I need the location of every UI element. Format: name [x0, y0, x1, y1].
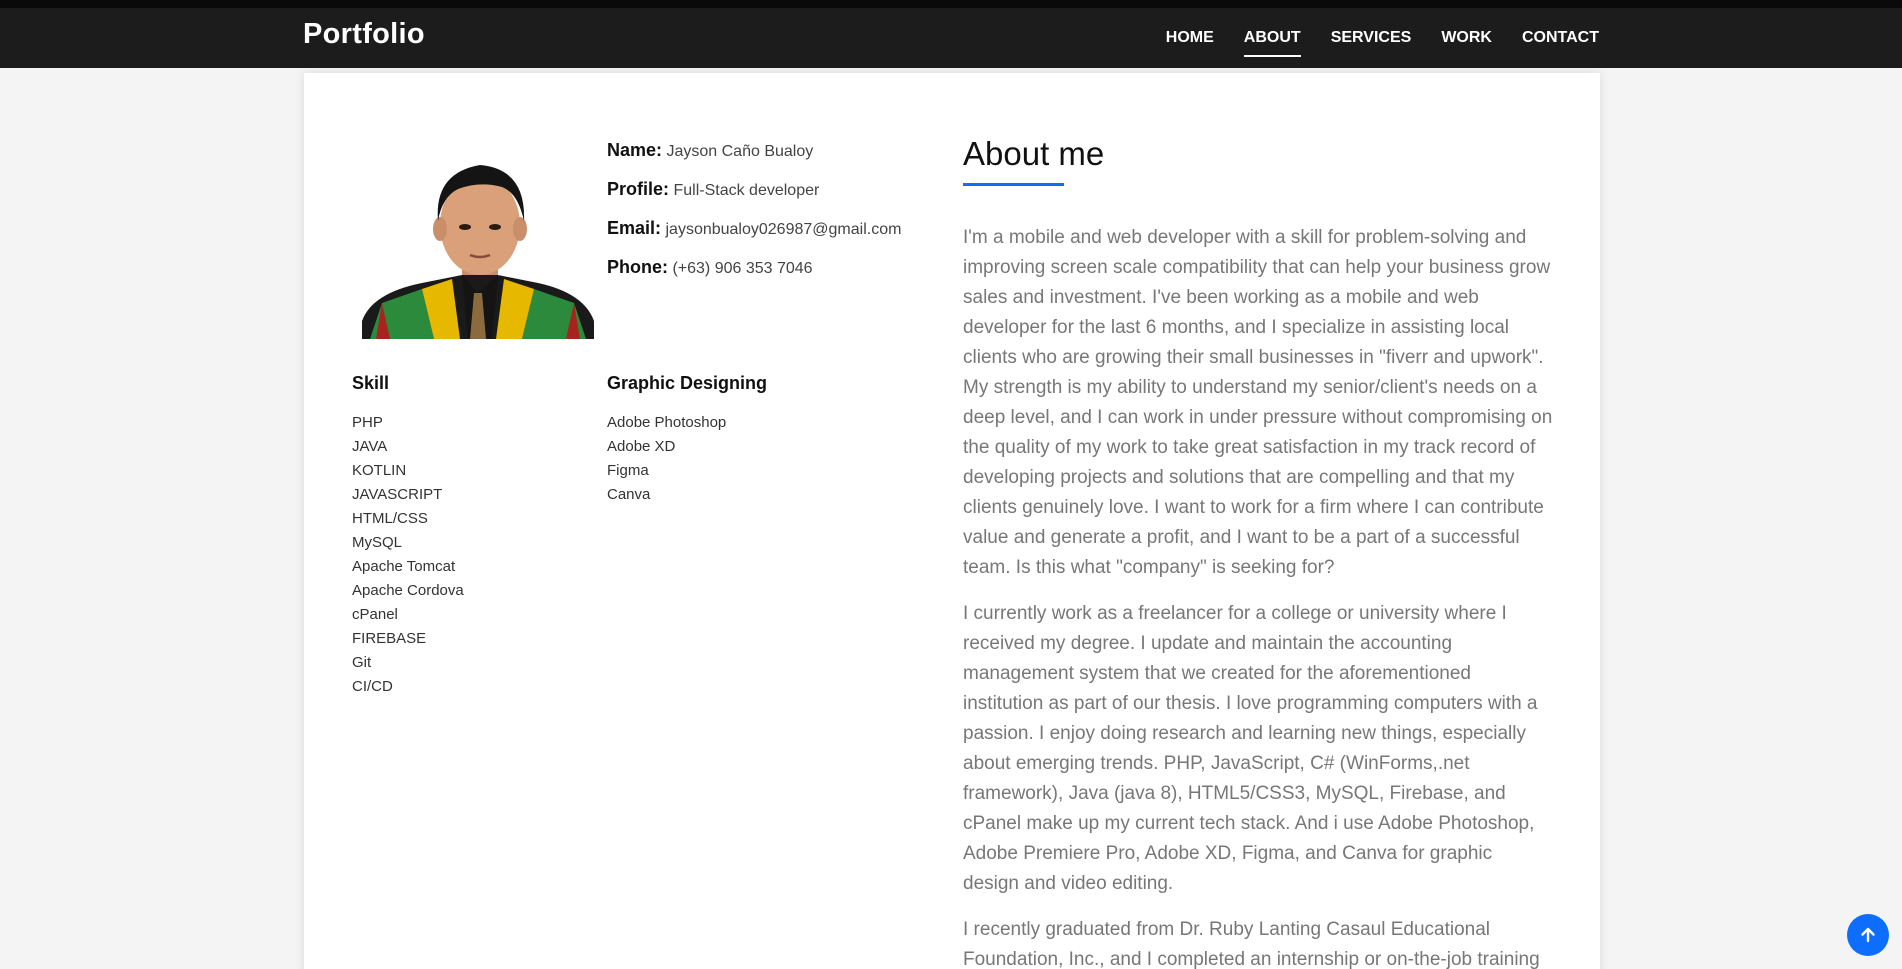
- phone-label: Phone:: [607, 257, 668, 277]
- skill-item: HTML/CSS: [352, 510, 428, 527]
- scroll-top-button[interactable]: [1847, 914, 1889, 956]
- skill-title: Skill: [352, 373, 390, 393]
- navbar: Portfolio HOME ABOUT SERVICES WORK CONTA…: [0, 8, 1902, 68]
- graphic-item: Adobe XD: [607, 438, 676, 455]
- graphic-item: Figma: [607, 462, 649, 479]
- graphic-design-list: Adobe Photoshop Adobe XD Figma Canva: [607, 411, 726, 507]
- about-card: Name: Jayson Caño Bualoy Profile: Full-S…: [304, 73, 1600, 969]
- about-paragraph: I recently graduated from Dr. Ruby Lanti…: [963, 919, 1540, 969]
- skill-item: KOTLIN: [352, 462, 407, 479]
- email-row: Email: jaysonbualoy026987@gmail.com: [607, 218, 927, 239]
- nav-services[interactable]: SERVICES: [1331, 25, 1412, 51]
- about-title: About me: [963, 135, 1105, 172]
- phone-value[interactable]: (+63) 906 353 7046: [672, 260, 812, 277]
- arrow-up-icon: [1861, 927, 1875, 943]
- top-strip: [0, 0, 1902, 8]
- skill-item: cPanel: [352, 606, 398, 623]
- name-value: Jayson Caño Bualoy: [666, 143, 814, 160]
- skill-item: JAVASCRIPT: [352, 486, 443, 503]
- name-label: Name:: [607, 140, 663, 160]
- about-text: I'm a mobile and web developer with a sk…: [963, 223, 1553, 969]
- skill-item: PHP: [352, 414, 383, 431]
- nav-contact[interactable]: CONTACT: [1522, 25, 1599, 51]
- graphic-design-title: Graphic Designing: [607, 373, 768, 393]
- graphic-item: Adobe Photoshop: [607, 414, 727, 431]
- skill-list: PHP JAVA KOTLIN JAVASCRIPT HTML/CSS MySQ…: [352, 411, 464, 699]
- profile-photo: [362, 143, 594, 339]
- profile-value: Full-Stack developer: [673, 182, 820, 199]
- skill-item: MySQL: [352, 534, 403, 551]
- graphic-item: Canva: [607, 486, 651, 503]
- nav-menu: HOME ABOUT SERVICES WORK CONTACT: [1166, 8, 1599, 68]
- nav-home[interactable]: HOME: [1166, 25, 1214, 51]
- about-title-underline: [963, 183, 1064, 186]
- name-row: Name: Jayson Caño Bualoy: [607, 140, 927, 161]
- skill-item: FIREBASE: [352, 630, 427, 647]
- profile-row: Profile: Full-Stack developer: [607, 179, 927, 200]
- skill-item: CI/CD: [352, 678, 393, 695]
- email-value[interactable]: jaysonbualoy026987@gmail.com: [665, 221, 901, 238]
- skill-item: JAVA: [352, 438, 388, 455]
- about-paragraph: I'm a mobile and web developer with a sk…: [963, 227, 1553, 578]
- nav-work[interactable]: WORK: [1441, 25, 1492, 51]
- skill-item: Apache Tomcat: [352, 558, 456, 575]
- skill-item: Git: [352, 654, 372, 671]
- email-label: Email:: [607, 218, 662, 238]
- brand-logo[interactable]: Portfolio: [303, 18, 425, 51]
- profile-info: Name: Jayson Caño Bualoy Profile: Full-S…: [607, 140, 927, 296]
- skill-item: Apache Cordova: [352, 582, 464, 599]
- nav-about[interactable]: ABOUT: [1243, 25, 1301, 57]
- profile-label: Profile:: [607, 179, 670, 199]
- about-paragraph: I currently work as a freelancer for a c…: [963, 603, 1538, 894]
- phone-row: Phone: (+63) 906 353 7046: [607, 257, 927, 278]
